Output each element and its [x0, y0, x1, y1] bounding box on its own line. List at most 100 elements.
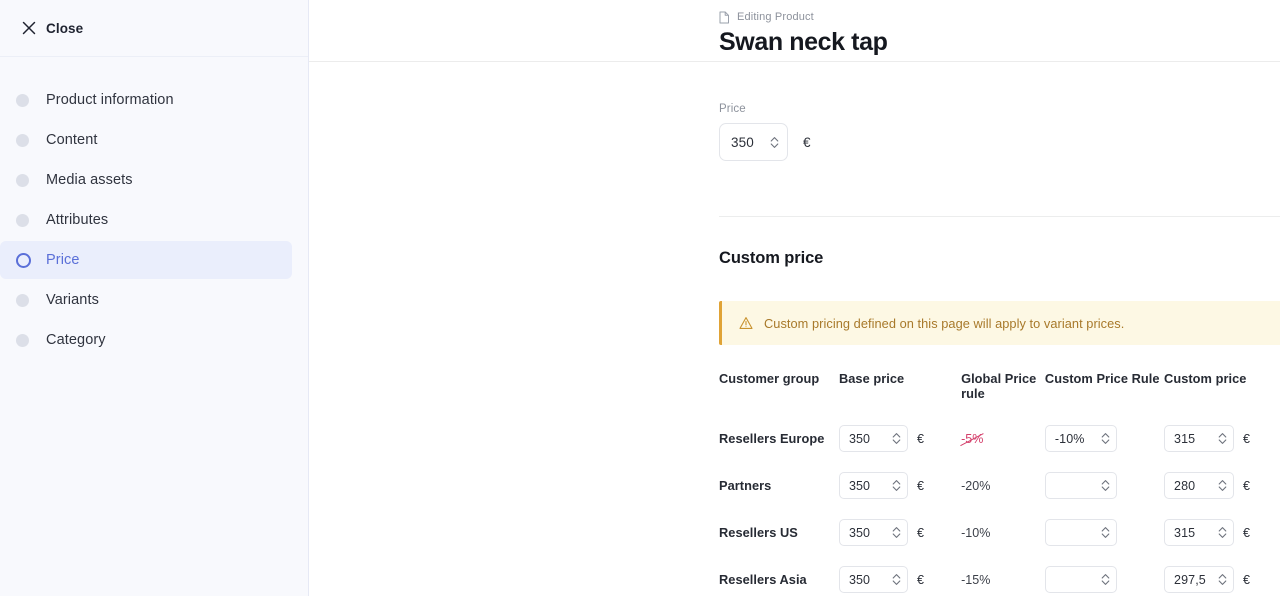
bullet-icon [16, 293, 29, 307]
custom-price-currency: € [1243, 525, 1250, 540]
stepper-icon[interactable] [769, 135, 780, 150]
stepper-icon[interactable] [1100, 525, 1111, 540]
stepper-icon[interactable] [891, 431, 902, 446]
custom-price-currency: € [1243, 431, 1250, 446]
custom-price-input[interactable]: 297,5 [1164, 566, 1235, 593]
document-icon [719, 11, 730, 24]
base-price-value: 350 [848, 478, 871, 493]
sidebar-item-variants[interactable]: Variants [0, 281, 292, 319]
cell-global-price-rule: -5% [961, 425, 1045, 472]
sidebar-item-content[interactable]: Content [0, 121, 292, 159]
stepper-icon[interactable] [1217, 525, 1228, 540]
stepper-icon[interactable] [1100, 431, 1111, 446]
section-divider [719, 216, 1280, 217]
sidebar-item-product-information[interactable]: Product information [0, 81, 292, 119]
custom-price-rule-value: -10% [1054, 431, 1085, 446]
main-content: Editing Product Swan neck tap Price 350 [309, 0, 1280, 596]
page-header: Editing Product Swan neck tap [309, 0, 1280, 62]
stepper-icon[interactable] [1217, 478, 1228, 493]
cell-base-price: 350 € [838, 472, 961, 519]
table-row: Resellers Europe 350 € -5% -10% 315 € [719, 425, 1280, 472]
stepper-icon[interactable] [891, 478, 902, 493]
cell-global-price-rule: -15% [961, 566, 1045, 596]
sidebar-item-price[interactable]: Price [0, 241, 292, 279]
price-input[interactable]: 350 [719, 123, 788, 161]
sidebar-item-label: Attributes [46, 212, 109, 228]
sidebar-item-category[interactable]: Category [0, 321, 292, 359]
table-header-row: Customer group Base price Global Price r… [719, 371, 1280, 425]
product-editor-page: Close Product information Content Media … [0, 0, 1280, 596]
sidebar-header: Close [0, 0, 308, 57]
sidebar-item-label: Product information [46, 92, 174, 108]
bullet-icon [16, 93, 29, 107]
sidebar-item-label: Content [46, 132, 98, 148]
breadcrumb-label: Editing Product [737, 11, 814, 23]
price-input-value: 350 [731, 134, 754, 150]
base-price-currency: € [916, 525, 924, 540]
cell-customer-group: Resellers Asia [719, 566, 839, 596]
table-row: Resellers Asia 350 € -15% 297,5 € [719, 566, 1280, 596]
global-price-rule-value: -20% [961, 478, 991, 493]
custom-price-input[interactable]: 280 [1164, 472, 1235, 499]
base-price-input[interactable]: 350 [838, 472, 908, 499]
base-price-value: 350 [848, 572, 871, 587]
custom-price-value: 297,5 [1174, 572, 1206, 587]
close-icon [22, 21, 36, 35]
cell-custom-price: 280 € [1164, 472, 1280, 519]
custom-price-rule-input[interactable]: -10% [1044, 425, 1117, 452]
cell-base-price: 350 € [838, 566, 961, 596]
ring-icon [16, 252, 31, 268]
base-price-input[interactable]: 350 [838, 519, 908, 546]
custom-price-value: 315 [1174, 525, 1196, 540]
custom-price-input[interactable]: 315 [1164, 425, 1235, 452]
page-title: Swan neck tap [719, 28, 888, 56]
custom-price-input[interactable]: 315 [1164, 519, 1235, 546]
column-header-custom-price-rule: Custom Price Rule [1044, 371, 1160, 386]
base-price-input[interactable]: 350 [838, 425, 908, 452]
base-price-currency: € [916, 572, 924, 587]
customer-group-name: Resellers US [719, 524, 798, 540]
custom-price-currency: € [1243, 478, 1250, 493]
stepper-icon[interactable] [891, 572, 902, 587]
bullet-icon [16, 133, 29, 147]
custom-price-value: 315 [1174, 431, 1196, 446]
base-price-currency: € [916, 478, 924, 493]
base-price-input[interactable]: 350 [838, 566, 908, 593]
cell-custom-price: 297,5 € [1164, 566, 1280, 596]
breadcrumb: Editing Product [719, 8, 1280, 26]
cell-custom-price-rule: -10% [1044, 425, 1164, 472]
sidebar-item-label: Category [46, 332, 106, 348]
cell-global-price-rule: -20% [961, 472, 1045, 519]
cell-customer-group: Resellers Europe [719, 425, 839, 472]
sidebar-item-label: Media assets [46, 172, 133, 188]
column-header-global-price-rule: Global Price rule [961, 371, 1037, 401]
sidebar: Close Product information Content Media … [0, 0, 309, 596]
price-field-label: Price [719, 103, 746, 115]
base-price-value: 350 [848, 525, 871, 540]
close-button[interactable]: Close [16, 17, 89, 40]
sidebar-item-attributes[interactable]: Attributes [0, 201, 292, 239]
cell-base-price: 350 € [838, 425, 961, 472]
cell-base-price: 350 € [838, 519, 961, 566]
stepper-icon[interactable] [1100, 572, 1111, 587]
custom-price-rule-input[interactable] [1044, 566, 1117, 593]
column-header-customer-group: Customer group [719, 371, 820, 386]
cell-custom-price-rule [1044, 472, 1164, 519]
sidebar-item-media-assets[interactable]: Media assets [0, 161, 292, 199]
stepper-icon[interactable] [1217, 431, 1228, 446]
custom-price-rule-input[interactable] [1044, 519, 1117, 546]
stepper-icon[interactable] [891, 525, 902, 540]
content-body: Price 350 € Custom price Custom pricing … [309, 103, 1280, 596]
bullet-icon [16, 173, 29, 187]
column-header-custom-price: Custom price [1164, 371, 1247, 386]
table-row: Partners 350 € -20% 280 € [719, 472, 1280, 519]
base-price-currency: € [916, 431, 924, 446]
stepper-icon[interactable] [1100, 478, 1111, 493]
stepper-icon[interactable] [1217, 572, 1228, 587]
price-field-row: 350 € [719, 123, 1280, 161]
sidebar-item-label: Variants [46, 292, 99, 308]
cell-customer-group: Partners [719, 472, 839, 519]
base-price-value: 350 [848, 431, 871, 446]
sidebar-nav: Product information Content Media assets… [0, 57, 308, 359]
custom-price-rule-input[interactable] [1044, 472, 1117, 499]
